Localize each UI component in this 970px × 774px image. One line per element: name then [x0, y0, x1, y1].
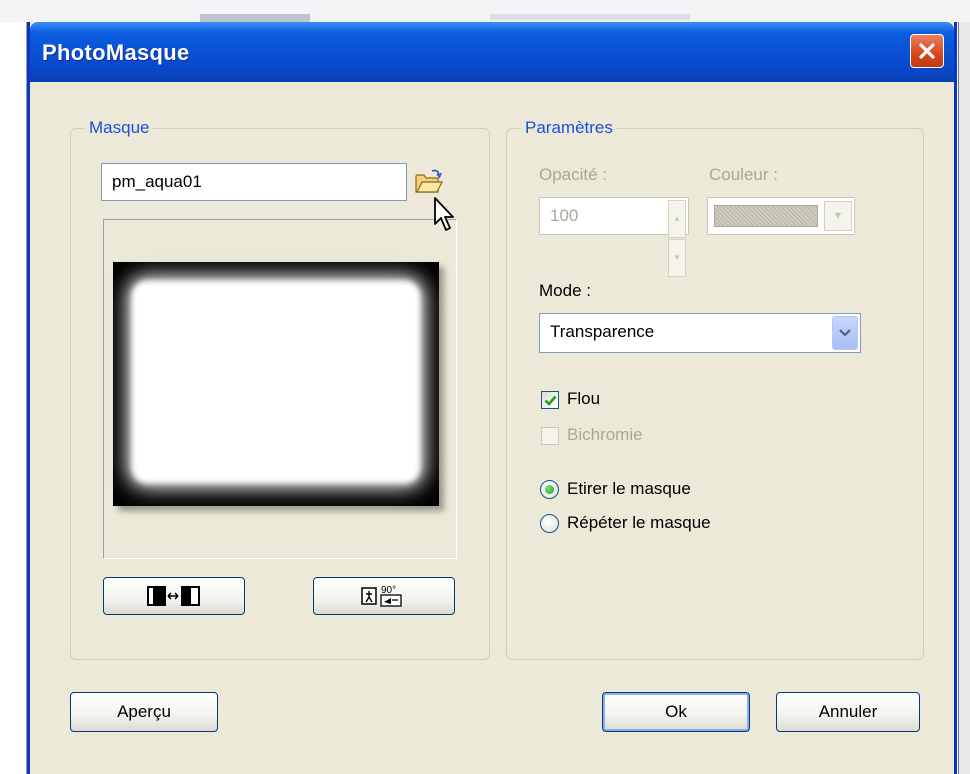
opacity-stepper: 100 ▲ ▼: [539, 197, 689, 277]
desktop-background: [958, 22, 970, 774]
close-button[interactable]: [910, 34, 944, 68]
photomasque-dialog: PhotoMasque Masque pm_aqua01 90° Paramèt…: [27, 22, 957, 774]
window-title: PhotoMasque: [42, 40, 190, 65]
mode-select[interactable]: Transparence: [539, 313, 861, 353]
invert-mask-button[interactable]: [103, 577, 245, 615]
mode-dropdown-button[interactable]: [832, 316, 858, 350]
cancel-button[interactable]: Annuler: [776, 692, 920, 732]
spin-down-icon: ▼: [668, 239, 686, 277]
blur-label[interactable]: Flou: [567, 389, 600, 409]
preview-button[interactable]: Aperçu: [70, 692, 218, 732]
mask-group-label: Masque: [85, 118, 154, 138]
title-bar[interactable]: PhotoMasque: [30, 22, 954, 82]
stretch-mask-label[interactable]: Etirer le masque: [567, 479, 691, 499]
desktop-background: [0, 22, 27, 774]
folder-open-icon: [415, 169, 443, 193]
stretch-mask-radio[interactable]: [540, 480, 559, 499]
close-icon: [919, 43, 935, 59]
bichrome-label: Bichromie: [567, 425, 643, 444]
blur-checkbox[interactable]: [541, 391, 559, 409]
opacity-value: 100: [550, 206, 579, 225]
rotate-angle-label: 90°: [381, 585, 396, 596]
checkmark-icon: [544, 395, 556, 406]
rotate-90-icon: 90°: [361, 585, 402, 607]
desktop-background: [0, 0, 970, 22]
background-window-fragment: [490, 14, 690, 20]
spin-up-icon: ▲: [668, 200, 686, 238]
parameters-group: Paramètres Opacité : 100 ▲ ▼ Couleur : ▼…: [506, 118, 924, 660]
ok-button[interactable]: Ok: [602, 692, 750, 732]
parameters-group-label: Paramètres: [521, 118, 617, 138]
repeat-mask-radio[interactable]: [540, 514, 559, 533]
color-label: Couleur :: [709, 165, 778, 184]
rotate-90-button[interactable]: 90°: [313, 577, 455, 615]
mask-group: Masque pm_aqua01 90°: [70, 118, 490, 660]
mask-file-field[interactable]: pm_aqua01: [101, 163, 407, 201]
mask-preview-shape: [137, 286, 415, 478]
mouse-cursor-icon: [434, 197, 454, 231]
opacity-spin-buttons: ▲ ▼: [668, 200, 686, 277]
radio-selected-dot: [545, 485, 554, 494]
invert-mask-icon: [147, 586, 200, 606]
chevron-down-icon: [839, 329, 851, 337]
color-picker: ▼: [707, 197, 855, 235]
mode-label: Mode :: [539, 281, 591, 300]
repeat-mask-label[interactable]: Répéter le masque: [567, 513, 711, 533]
bichrome-checkbox: [541, 427, 559, 445]
chevron-down-icon: ▼: [824, 201, 852, 231]
mode-selected-value: Transparence: [550, 322, 655, 341]
mask-preview-panel: [103, 219, 457, 559]
background-window-fragment: [200, 14, 310, 22]
color-swatch: [714, 205, 818, 227]
opacity-label: Opacité :: [539, 165, 608, 184]
mask-preview-image: [113, 262, 439, 506]
